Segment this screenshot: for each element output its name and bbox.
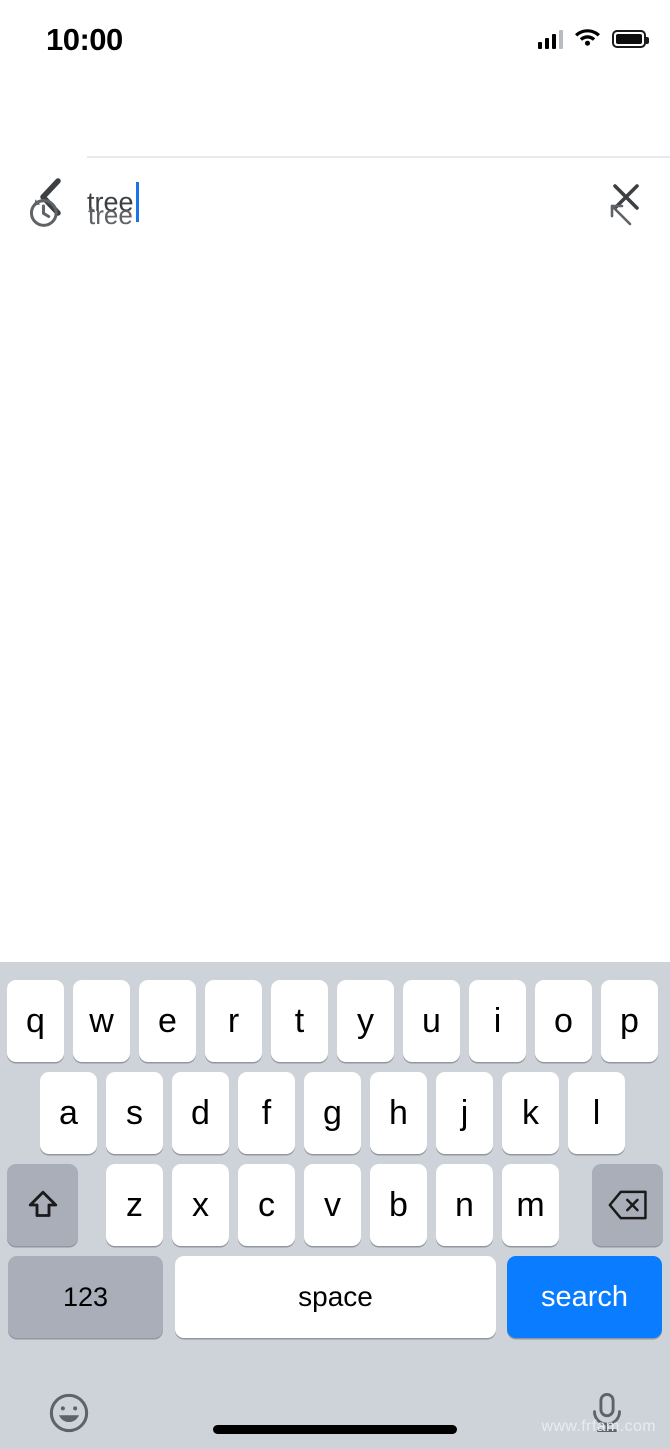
key-t[interactable]: t — [271, 980, 328, 1062]
history-clock-icon — [24, 194, 62, 237]
watermark: www.frfam.com — [541, 1418, 656, 1435]
search-input-underline — [87, 156, 670, 158]
key-c[interactable]: c — [238, 1164, 295, 1246]
key-l[interactable]: l — [568, 1072, 625, 1154]
home-indicator[interactable] — [213, 1425, 457, 1434]
backspace-key[interactable] — [592, 1164, 663, 1246]
key-w[interactable]: w — [73, 980, 130, 1062]
search-header: tree — [0, 72, 670, 222]
on-screen-keyboard: q w e r t y u i o p a s d f g h j k l z … — [0, 962, 670, 1449]
key-k[interactable]: k — [502, 1072, 559, 1154]
key-j[interactable]: j — [436, 1072, 493, 1154]
key-v[interactable]: v — [304, 1164, 361, 1246]
key-y[interactable]: y — [337, 980, 394, 1062]
status-bar-icons — [537, 26, 649, 51]
key-n[interactable]: n — [436, 1164, 493, 1246]
key-a[interactable]: a — [40, 1072, 97, 1154]
wifi-icon — [574, 26, 601, 51]
key-o[interactable]: o — [535, 980, 592, 1062]
key-m[interactable]: m — [502, 1164, 559, 1246]
phone-screen: 10:00 tree tree q w e r t y u i o p a s … — [0, 0, 670, 1449]
key-f[interactable]: f — [238, 1072, 295, 1154]
key-s[interactable]: s — [106, 1072, 163, 1154]
key-x[interactable]: x — [172, 1164, 229, 1246]
key-p[interactable]: p — [601, 980, 658, 1062]
key-i[interactable]: i — [469, 980, 526, 1062]
key-g[interactable]: g — [304, 1072, 361, 1154]
key-e[interactable]: e — [139, 980, 196, 1062]
key-b[interactable]: b — [370, 1164, 427, 1246]
search-submit-key[interactable]: search — [507, 1256, 662, 1338]
shift-key[interactable] — [7, 1164, 78, 1246]
cellular-signal-icon — [537, 29, 563, 49]
keyboard-row-1: q w e r t y u i o p — [0, 980, 670, 1062]
status-bar: 10:00 — [0, 0, 670, 72]
battery-full-icon — [612, 29, 649, 48]
list-item[interactable]: tree — [0, 178, 670, 250]
arrow-up-left-icon[interactable] — [604, 198, 636, 235]
status-bar-time: 10:00 — [46, 22, 123, 57]
key-h[interactable]: h — [370, 1072, 427, 1154]
emoji-smiley-icon — [49, 1393, 89, 1433]
key-q[interactable]: q — [7, 980, 64, 1062]
keyboard-row-3: z x c v b n m — [0, 1164, 670, 1246]
key-r[interactable]: r — [205, 980, 262, 1062]
keyboard-row-4: 123 space search — [0, 1256, 670, 1338]
key-u[interactable]: u — [403, 980, 460, 1062]
key-d[interactable]: d — [172, 1072, 229, 1154]
key-z[interactable]: z — [106, 1164, 163, 1246]
keyboard-row-2: a s d f g h j k l — [0, 1072, 670, 1154]
keyboard-bottom-bar — [0, 1384, 670, 1449]
emoji-button[interactable] — [40, 1384, 98, 1442]
space-key[interactable]: space — [175, 1256, 496, 1338]
shift-arrow-icon — [28, 1190, 57, 1217]
backspace-delete-icon — [608, 1190, 647, 1220]
numeric-mode-key[interactable]: 123 — [8, 1256, 163, 1338]
list-item-label: tree — [88, 200, 133, 230]
